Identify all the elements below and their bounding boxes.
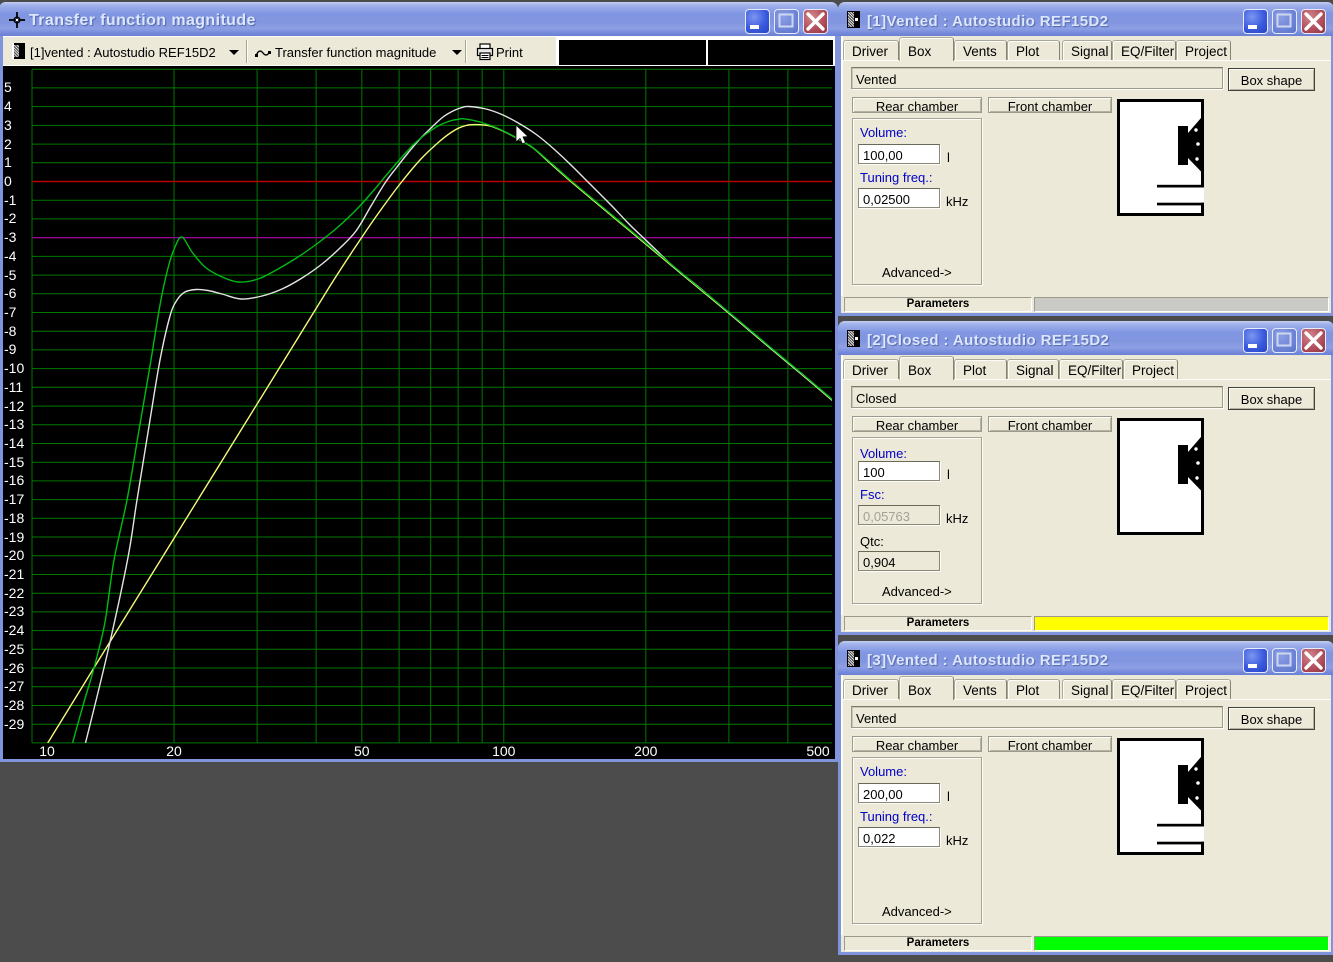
svg-text:-12: -12 bbox=[4, 398, 24, 414]
svg-text:20: 20 bbox=[166, 743, 182, 758]
svg-text:-13: -13 bbox=[4, 416, 24, 432]
svg-text:10: 10 bbox=[39, 743, 55, 758]
svg-text:-11: -11 bbox=[4, 379, 23, 395]
svg-text:-3: -3 bbox=[4, 229, 17, 245]
svg-text:-7: -7 bbox=[4, 304, 17, 320]
svg-text:-25: -25 bbox=[4, 641, 24, 657]
svg-text:2: 2 bbox=[4, 136, 12, 152]
svg-text:500: 500 bbox=[806, 743, 830, 758]
svg-text:-26: -26 bbox=[4, 660, 24, 676]
svg-text:-24: -24 bbox=[4, 622, 24, 638]
svg-text:3: 3 bbox=[4, 117, 12, 133]
svg-text:-10: -10 bbox=[4, 360, 24, 376]
svg-text:-9: -9 bbox=[4, 341, 17, 357]
svg-text:5: 5 bbox=[4, 79, 12, 95]
svg-text:-4: -4 bbox=[4, 248, 17, 264]
svg-text:-17: -17 bbox=[4, 491, 24, 507]
svg-text:1: 1 bbox=[4, 154, 12, 170]
svg-text:-20: -20 bbox=[4, 547, 24, 563]
svg-text:-8: -8 bbox=[4, 323, 17, 339]
svg-text:-22: -22 bbox=[4, 585, 24, 601]
svg-text:-1: -1 bbox=[4, 192, 17, 208]
svg-text:-21: -21 bbox=[4, 566, 24, 582]
svg-text:-28: -28 bbox=[4, 697, 24, 713]
svg-text:-18: -18 bbox=[4, 510, 24, 526]
svg-text:-19: -19 bbox=[4, 529, 24, 545]
svg-text:-2: -2 bbox=[4, 210, 17, 226]
svg-text:100: 100 bbox=[492, 743, 516, 758]
svg-text:-15: -15 bbox=[4, 454, 24, 470]
svg-text:-27: -27 bbox=[4, 678, 24, 694]
svg-text:-23: -23 bbox=[4, 603, 24, 619]
svg-text:50: 50 bbox=[354, 743, 370, 758]
svg-text:-14: -14 bbox=[4, 435, 24, 451]
svg-text:-5: -5 bbox=[4, 267, 17, 283]
svg-text:-29: -29 bbox=[4, 716, 24, 732]
svg-text:0: 0 bbox=[4, 173, 12, 189]
svg-text:-16: -16 bbox=[4, 472, 24, 488]
svg-text:200: 200 bbox=[634, 743, 658, 758]
svg-text:4: 4 bbox=[4, 98, 12, 114]
svg-text:-6: -6 bbox=[4, 285, 17, 301]
